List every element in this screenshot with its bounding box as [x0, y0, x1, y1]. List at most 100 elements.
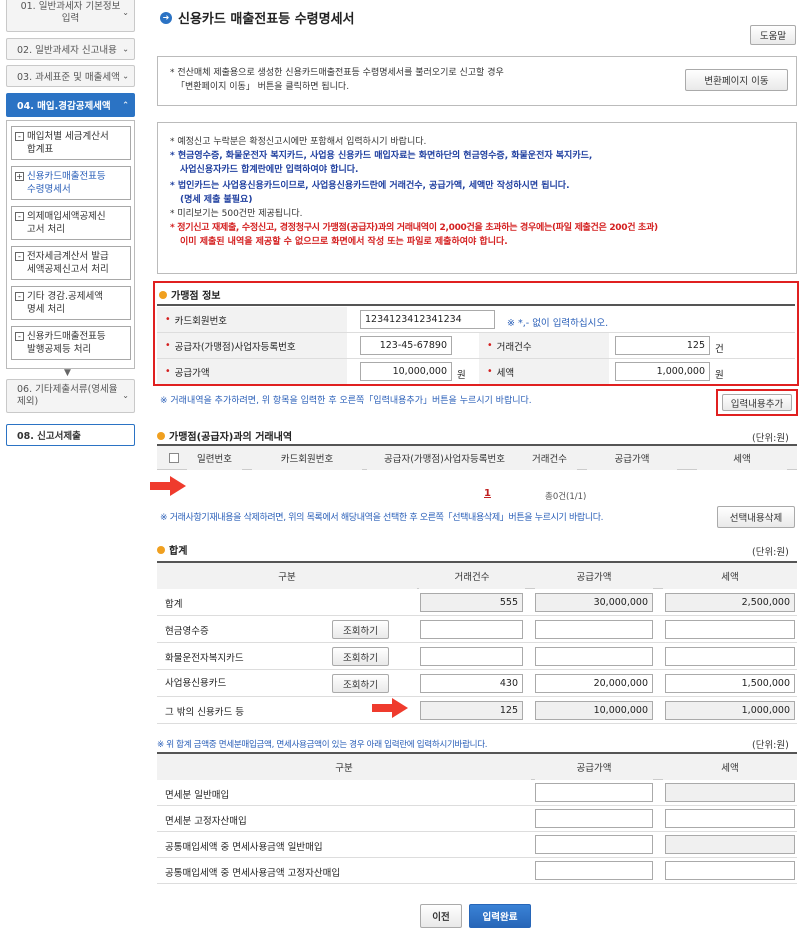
subnav-item-e-invoice-credit[interactable]: - 전자세금계산서 발급 세액공제신고서 처리 [11, 246, 131, 280]
cargo-card-tax-input[interactable] [665, 647, 795, 666]
notice-box: * 예정신고 누락분은 확정신고시에만 포함해서 입력하시기 바랍니다. * 현… [157, 122, 797, 274]
label-text: 공급자(가맹점)사업자등록번호 [174, 341, 296, 353]
exempt-general-tax-field [665, 783, 795, 802]
row-label: 공통매입세액 중 면세사용금액 일반매입 [165, 842, 323, 853]
nav-item-label: 08. 신고서제출 [17, 431, 81, 442]
other-card-supply-field: 10,000,000 [535, 701, 653, 720]
chevron-down-icon: ⌄ [122, 71, 129, 81]
cash-receipt-supply-input[interactable] [535, 620, 653, 639]
complete-button[interactable]: 입력완료 [469, 904, 531, 928]
subnav-item-other-deduction[interactable]: - 기타 경감.공제세액 명세 처리 [11, 286, 131, 320]
chevron-down-icon: ⌄ [122, 44, 129, 54]
nav-item-label: 06. 기타제출서류(영세율 제외) [17, 384, 118, 407]
collapse-icon: - [15, 292, 24, 301]
nav-item-purchase-deduction[interactable]: 04. 매입.경감공제세액 ⌃ [6, 93, 135, 117]
business-card-count-input[interactable]: 430 [420, 674, 523, 693]
transaction-count-input[interactable]: 125 [615, 336, 710, 355]
supply-amount-input[interactable]: 10,000,000 [360, 362, 452, 381]
notice-text: * 정기신고 재제출, 수정신고, 경정청구시 가맹점(공급자)과의 거래내역이… [170, 223, 658, 233]
collapse-icon: - [15, 212, 24, 221]
table-row: 합계 555 30,000,000 2,500,000 [157, 589, 797, 616]
exempt-fixed-tax-input[interactable] [665, 809, 795, 828]
subnav-panel: - 매입처별 세금계산서 합계표 + 신용카드매출전표등 수령명세서 - 의제매입세액… [6, 120, 135, 369]
business-card-supply-input[interactable]: 20,000,000 [535, 674, 653, 693]
column-header: 거래건수 [522, 446, 577, 470]
unit-note: (단위:원) [752, 740, 789, 751]
nav-item-tax-base[interactable]: 03. 과세표준 및 매출세액 ⌄ [6, 65, 135, 87]
add-entry-button[interactable]: 입력내용추가 [722, 394, 792, 411]
cargo-card-supply-input[interactable] [535, 647, 653, 666]
red-arrow-icon [372, 698, 408, 718]
common-fixed-supply-input[interactable] [535, 861, 653, 880]
notice-text: * 법인카드는 사업용신용카드이므로, 사업용신용카드란에 거래건수, 공급가액… [170, 181, 570, 191]
form-row: • 공급가액 10,000,000 원 • 세액 1,000,000 원 [157, 359, 795, 385]
history-title: 가맹점(공급자)과의 거래내역 [157, 428, 292, 443]
row-label: 면세분 고정자산매입 [165, 816, 247, 827]
row-label: 면세분 일반매입 [165, 790, 230, 801]
nav-item-report-content[interactable]: 02. 일반과세자 신고내용 ⌄ [6, 38, 135, 60]
common-general-tax-field [665, 835, 795, 854]
field-label: • 카드회원번호 [157, 307, 347, 332]
common-fixed-tax-input[interactable] [665, 861, 795, 880]
subnav-item-credit-card-statement[interactable]: + 신용카드매출전표등 수령명세서 [11, 166, 131, 200]
section-title-text: 합계 [169, 546, 188, 557]
card-number-input[interactable]: 1234123412341234 [360, 310, 495, 329]
history-table-header: 일련번호 카드회원번호 공급자(가맹점)사업자등록번호 거래건수 공급가액 세액 [157, 444, 797, 470]
subnav-item-label: 의제매입세액공제신 고서 처리 [27, 211, 106, 235]
scroll-down-icon[interactable]: ▼ [64, 368, 71, 378]
lookup-business-card-button[interactable]: 조회하기 [332, 674, 389, 693]
nav-item-submit-report[interactable]: 08. 신고서제출 [6, 424, 135, 446]
total-count-text: 총0건(1/1) [545, 492, 587, 502]
label-text: 거래건수 [496, 341, 532, 353]
previous-button[interactable]: 이전 [420, 904, 462, 928]
row-label: 공통매입세액 중 면세사용금액 고정자산매입 [165, 868, 341, 879]
notice-text: 사업신용자카드 합계란에만 입력하여야 합니다. [180, 165, 359, 175]
nav-item-other-documents[interactable]: 06. 기타제출서류(영세율 제외) ⌄ [6, 379, 135, 413]
exempt-table-header: 구분 공급가액 세액 [157, 752, 797, 780]
column-header: 공급가액 [587, 446, 677, 470]
subnav-item-tax-invoice-summary[interactable]: - 매입처별 세금계산서 합계표 [11, 126, 131, 160]
table-row: 공통매입세액 중 면세사용금액 고정자산매입 [157, 858, 797, 884]
cash-receipt-count-input[interactable] [420, 620, 523, 639]
section-title-text: 가맹점(공급자)과의 거래내역 [169, 432, 293, 443]
collapse-icon: - [15, 252, 24, 261]
business-card-tax-input[interactable]: 1,500,000 [665, 674, 795, 693]
field-label: • 거래건수 [479, 333, 609, 358]
tax-amount-input[interactable]: 1,000,000 [615, 362, 710, 381]
select-all-checkbox[interactable] [169, 453, 179, 463]
cash-receipt-tax-input[interactable] [665, 620, 795, 639]
delete-selected-button[interactable]: 선택내용삭제 [717, 506, 795, 528]
column-header: 세액 [663, 563, 797, 589]
subnav-item-card-issue-credit[interactable]: - 신용카드매출전표등 발행공제등 처리 [11, 326, 131, 360]
exempt-fixed-supply-input[interactable] [535, 809, 653, 828]
subnav-item-deemed-purchase[interactable]: - 의제매입세액공제신 고서 처리 [11, 206, 131, 240]
notice-text: 이미 제출된 내역을 제공할 수 없으므로 화면에서 작성 또는 파일로 제출하… [180, 237, 508, 247]
column-header: 카드회원번호 [252, 446, 362, 470]
lookup-cash-receipt-button[interactable]: 조회하기 [332, 620, 389, 639]
other-card-count-field: 125 [420, 701, 523, 720]
subnav-item-label: 신용카드매출전표등 수령명세서 [27, 171, 106, 195]
lookup-cargo-card-button[interactable]: 조회하기 [332, 647, 389, 666]
cargo-card-count-input[interactable] [420, 647, 523, 666]
notice-text: * 현금영수증, 화물운전자 복지카드, 사업용 신용카드 매입자료는 화면하단… [170, 151, 593, 161]
row-label: 현금영수증 [165, 626, 209, 637]
nav-item-basic-info[interactable]: 01. 일반과세자 기본정보 입력 ⌄ [6, 0, 135, 32]
nav-item-label: 04. 매입.경감공제세액 [17, 101, 111, 112]
form-row: • 공급자(가맹점)사업자등록번호 123-45-67890 • 거래건수 125 … [157, 333, 795, 359]
divider [157, 304, 795, 306]
row-label: 합계 [165, 599, 183, 610]
help-button[interactable]: 도움말 [750, 25, 796, 45]
business-number-input[interactable]: 123-45-67890 [360, 336, 452, 355]
common-general-supply-input[interactable] [535, 835, 653, 854]
page-title-text: 신용카드 매출전표등 수령명세서 [178, 12, 355, 27]
subnav-item-label: 신용카드매출전표등 발행공제등 처리 [27, 331, 106, 355]
table-row: 현금영수증 조회하기 [157, 616, 797, 643]
collapse-icon: - [15, 332, 24, 341]
convert-page-button[interactable]: 변환페이지 이동 [685, 69, 788, 91]
unit-note: (단위:원) [752, 433, 789, 444]
table-row: 화물운전자복지카드 조회하기 [157, 643, 797, 670]
exempt-general-supply-input[interactable] [535, 783, 653, 802]
merchant-info-frame: 가맹점 정보 • 카드회원번호 1234123412341234 ※ *,- 없이… [153, 281, 799, 386]
pagination-page-link[interactable]: 1 [484, 488, 491, 499]
arrow-right-icon: ➜ [160, 11, 172, 24]
